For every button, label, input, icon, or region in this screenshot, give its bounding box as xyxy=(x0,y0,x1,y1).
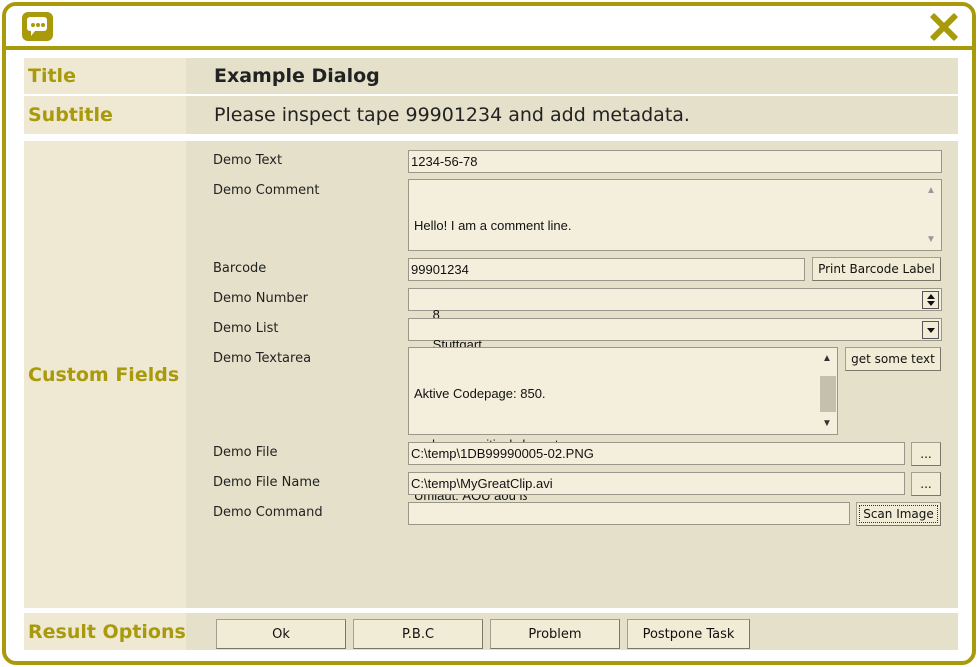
dialog-window: Title Example Dialog Subtitle Please ins… xyxy=(2,2,976,665)
textarea-line: Aktive Codepage: 850. xyxy=(414,386,546,401)
demo-list-label: Demo List xyxy=(213,321,279,336)
barcode-input[interactable]: 99901234 xyxy=(408,258,805,281)
textarea-scrollbar[interactable]: ▲ ▼ xyxy=(819,348,837,434)
get-some-text-button[interactable]: get some text xyxy=(845,347,941,371)
demo-file-name-label: Demo File Name xyxy=(213,475,320,490)
demo-text-label: Demo Text xyxy=(213,153,283,168)
title-bar xyxy=(6,6,972,50)
demo-command-label: Demo Command xyxy=(213,505,323,520)
close-icon[interactable] xyxy=(928,11,960,43)
demo-file-label: Demo File xyxy=(213,445,278,460)
comment-line: Hello! I am a comment line. xyxy=(414,218,572,233)
title-label: Title xyxy=(24,58,186,94)
demo-file-input[interactable]: C:\temp\1DB99990005-02.PNG xyxy=(408,442,905,465)
chevron-down-icon[interactable] xyxy=(922,321,939,339)
demo-textarea[interactable]: Aktive Codepage: 850. codepage-critical … xyxy=(408,347,838,503)
browse-file-name-button[interactable]: ... xyxy=(911,472,941,496)
chat-bubble-icon xyxy=(22,12,53,41)
scan-image-button[interactable]: Scan Image xyxy=(856,502,941,526)
spin-arrows-icon[interactable] xyxy=(922,291,939,309)
comment-scrollbar[interactable]: ▲ ▼ xyxy=(923,180,941,250)
dialog-title: Example Dialog xyxy=(186,58,958,94)
demo-text-input[interactable]: 1234-56-78 xyxy=(408,150,942,173)
demo-command-input[interactable] xyxy=(408,502,850,525)
demo-list-select[interactable]: Stuttgart xyxy=(408,318,942,352)
postpone-task-button[interactable]: Postpone Task xyxy=(627,619,750,649)
print-barcode-label-button[interactable]: Print Barcode Label xyxy=(812,257,941,281)
browse-file-button[interactable]: ... xyxy=(911,442,941,466)
result-options-label: Result Options xyxy=(24,613,186,650)
custom-fields-label: Custom Fields xyxy=(24,141,186,608)
dialog-subtitle: Please inspect tape 99901234 and add met… xyxy=(186,96,958,134)
barcode-label: Barcode xyxy=(213,261,267,276)
subtitle-label: Subtitle xyxy=(24,96,186,134)
demo-file-name-input[interactable]: C:\temp\MyGreatClip.avi xyxy=(408,472,905,495)
result-options-panel: Ok P.B.C Problem Postpone Task xyxy=(186,613,958,650)
demo-comment-label: Demo Comment xyxy=(213,183,320,198)
demo-comment-textarea[interactable]: Hello! I am a comment line. This is a se… xyxy=(408,179,942,284)
title-separator xyxy=(6,46,972,50)
demo-textarea-label: Demo Textarea xyxy=(213,351,312,366)
demo-number-label: Demo Number xyxy=(213,291,308,306)
ok-button[interactable]: Ok xyxy=(216,619,346,649)
custom-fields-panel: Demo Text 1234-56-78 Demo Comment Hello!… xyxy=(186,141,958,608)
pbc-button[interactable]: P.B.C xyxy=(353,619,483,649)
demo-number-stepper[interactable]: 8 xyxy=(408,288,942,322)
problem-button[interactable]: Problem xyxy=(490,619,620,649)
